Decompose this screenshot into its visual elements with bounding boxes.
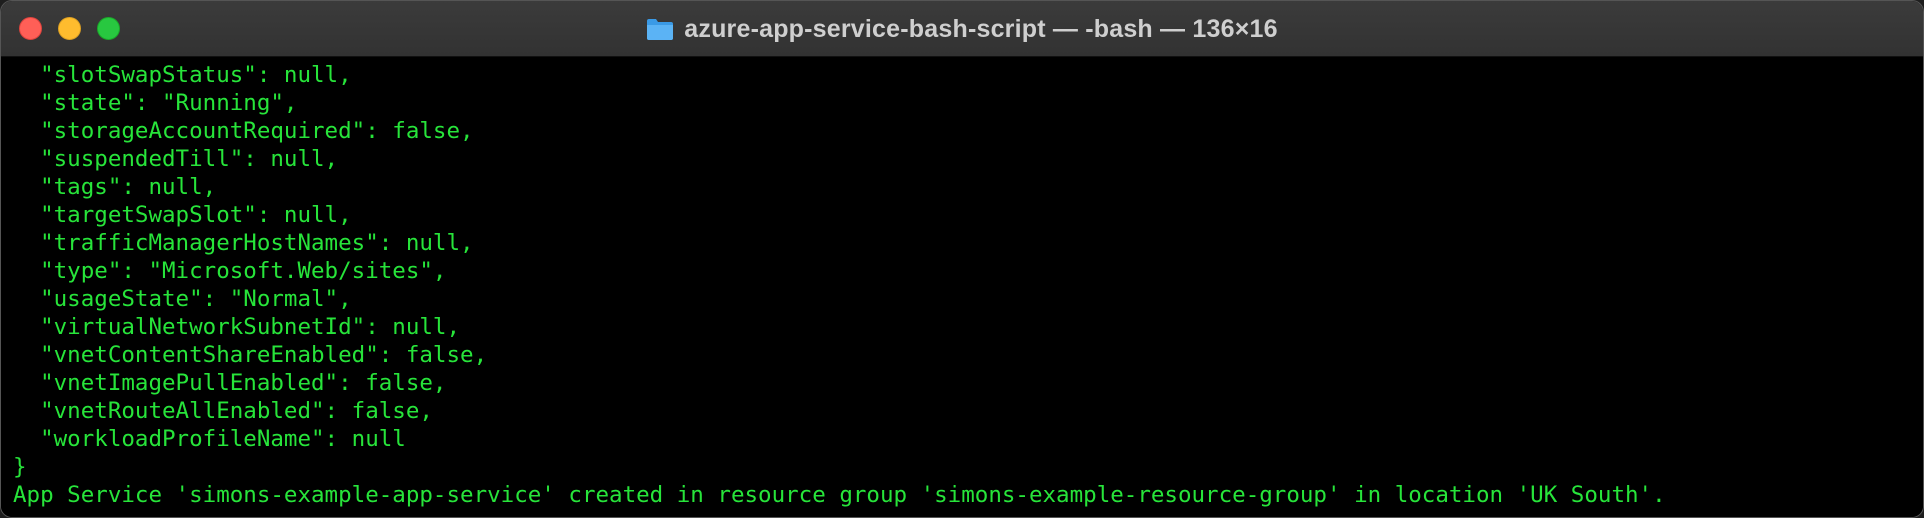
terminal-line: "trafficManagerHostNames": null, bbox=[13, 230, 474, 256]
terminal-line: "workloadProfileName": null bbox=[13, 426, 406, 452]
terminal-status-line: App Service 'simons-example-app-service'… bbox=[13, 482, 1666, 508]
terminal-line: "state": "Running", bbox=[13, 90, 298, 116]
terminal-line: "storageAccountRequired": false, bbox=[13, 118, 474, 144]
terminal-line: "targetSwapSlot": null, bbox=[13, 202, 352, 228]
terminal-line: "slotSwapStatus": null, bbox=[13, 62, 352, 88]
terminal-line: "type": "Microsoft.Web/sites", bbox=[13, 258, 447, 284]
terminal-line: "tags": null, bbox=[13, 174, 217, 200]
folder-icon bbox=[647, 19, 674, 40]
window-title: azure-app-service-bash-script — -bash — … bbox=[684, 14, 1278, 43]
terminal-line: "vnetRouteAllEnabled": false, bbox=[13, 398, 433, 424]
window-title-group: azure-app-service-bash-script — -bash — … bbox=[1, 1, 1923, 57]
title-bar[interactable]: azure-app-service-bash-script — -bash — … bbox=[1, 1, 1923, 57]
terminal-line: "virtualNetworkSubnetId": null, bbox=[13, 314, 461, 340]
terminal-output[interactable]: "slotSwapStatus": null, "state": "Runnin… bbox=[1, 57, 1923, 517]
terminal-line: "suspendedTill": null, bbox=[13, 146, 339, 172]
terminal-line: } bbox=[13, 454, 27, 480]
terminal-line: "vnetContentShareEnabled": false, bbox=[13, 342, 488, 368]
terminal-line: "vnetImagePullEnabled": false, bbox=[13, 370, 447, 396]
terminal-line: "usageState": "Normal", bbox=[13, 286, 352, 312]
terminal-window: azure-app-service-bash-script — -bash — … bbox=[0, 0, 1924, 518]
